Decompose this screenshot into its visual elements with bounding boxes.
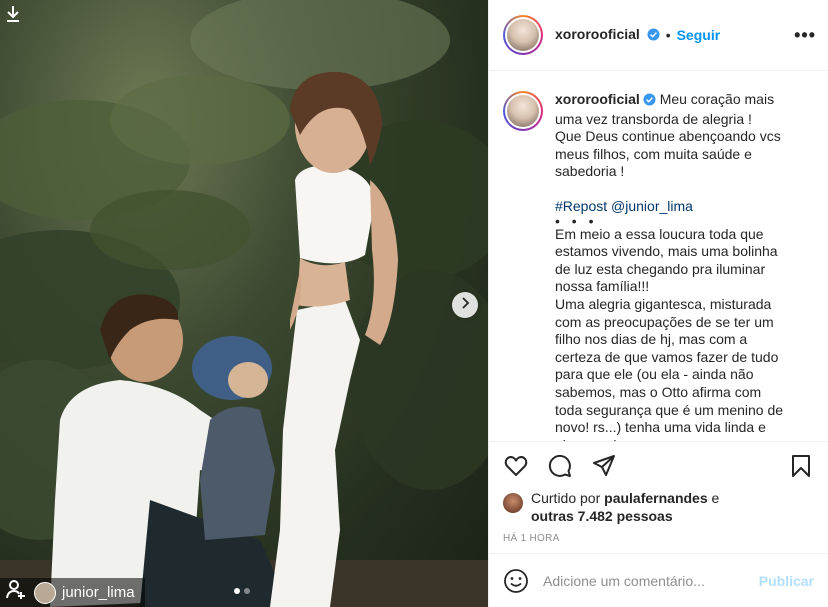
likes-count[interactable]: outras 7.482 pessoas: [531, 508, 673, 524]
carousel-dot: [244, 588, 250, 594]
repost-watermark: junior_lima: [0, 578, 145, 607]
more-options-icon[interactable]: •••: [794, 25, 816, 46]
carousel-indicator: [234, 588, 250, 594]
caption-area: xororooficial Meu coração mais uma vez t…: [489, 71, 828, 441]
caption-line-2: Que Deus continue abençoando vcs meus fi…: [555, 128, 781, 180]
follow-button[interactable]: Seguir: [677, 27, 721, 43]
likes-text: Curtido por paulafernandes e outras 7.48…: [531, 490, 720, 524]
share-icon[interactable]: [591, 453, 617, 479]
caption-body-1: Em meio a essa loucura toda que estamos …: [555, 225, 778, 295]
caption-text: xororooficial Meu coração mais uma vez t…: [555, 91, 789, 441]
action-bar: [489, 441, 828, 489]
heart-icon[interactable]: [503, 453, 529, 479]
repost-avatar: [34, 581, 56, 604]
comment-bar: Publicar: [489, 553, 828, 607]
header-username[interactable]: xororooficial: [555, 26, 660, 44]
post-header: xororooficial • Seguir •••: [489, 0, 828, 71]
caption-avatar[interactable]: [503, 91, 543, 131]
publish-button[interactable]: Publicar: [759, 573, 814, 589]
photo-scene: [0, 0, 488, 607]
header-separator: •: [665, 27, 671, 43]
likes-section: Curtido por paulafernandes e outras 7.48…: [489, 489, 828, 529]
repost-icon: [6, 580, 28, 605]
caption-bullet: • • •: [555, 212, 598, 229]
caption-username[interactable]: xororooficial: [555, 91, 656, 107]
instagram-post: junior_lima xororooficial • Seguir ••• x…: [0, 0, 828, 607]
comment-input[interactable]: [543, 572, 759, 589]
carousel-dot-active: [234, 588, 240, 594]
post-sidebar: xororooficial • Seguir ••• xororooficial…: [488, 0, 828, 607]
avatar[interactable]: [503, 15, 543, 55]
carousel-next-button[interactable]: [452, 292, 478, 318]
smiley-icon[interactable]: [503, 568, 529, 594]
liker-avatar[interactable]: [503, 493, 523, 513]
post-timestamp[interactable]: HÁ 1 HORA: [489, 529, 828, 553]
comment-icon[interactable]: [547, 453, 573, 479]
verified-badge-icon: [647, 28, 660, 44]
download-arrow-icon[interactable]: [5, 5, 21, 28]
chevron-right-icon: [460, 296, 470, 314]
caption-body-2: Uma alegria gigantesca, misturada com as…: [555, 295, 784, 441]
verified-badge-icon: [643, 93, 656, 111]
bookmark-icon[interactable]: [788, 453, 814, 479]
post-photo[interactable]: junior_lima: [0, 0, 488, 607]
repost-handle: junior_lima: [62, 584, 135, 601]
liker-username[interactable]: paulafernandes: [604, 490, 707, 506]
